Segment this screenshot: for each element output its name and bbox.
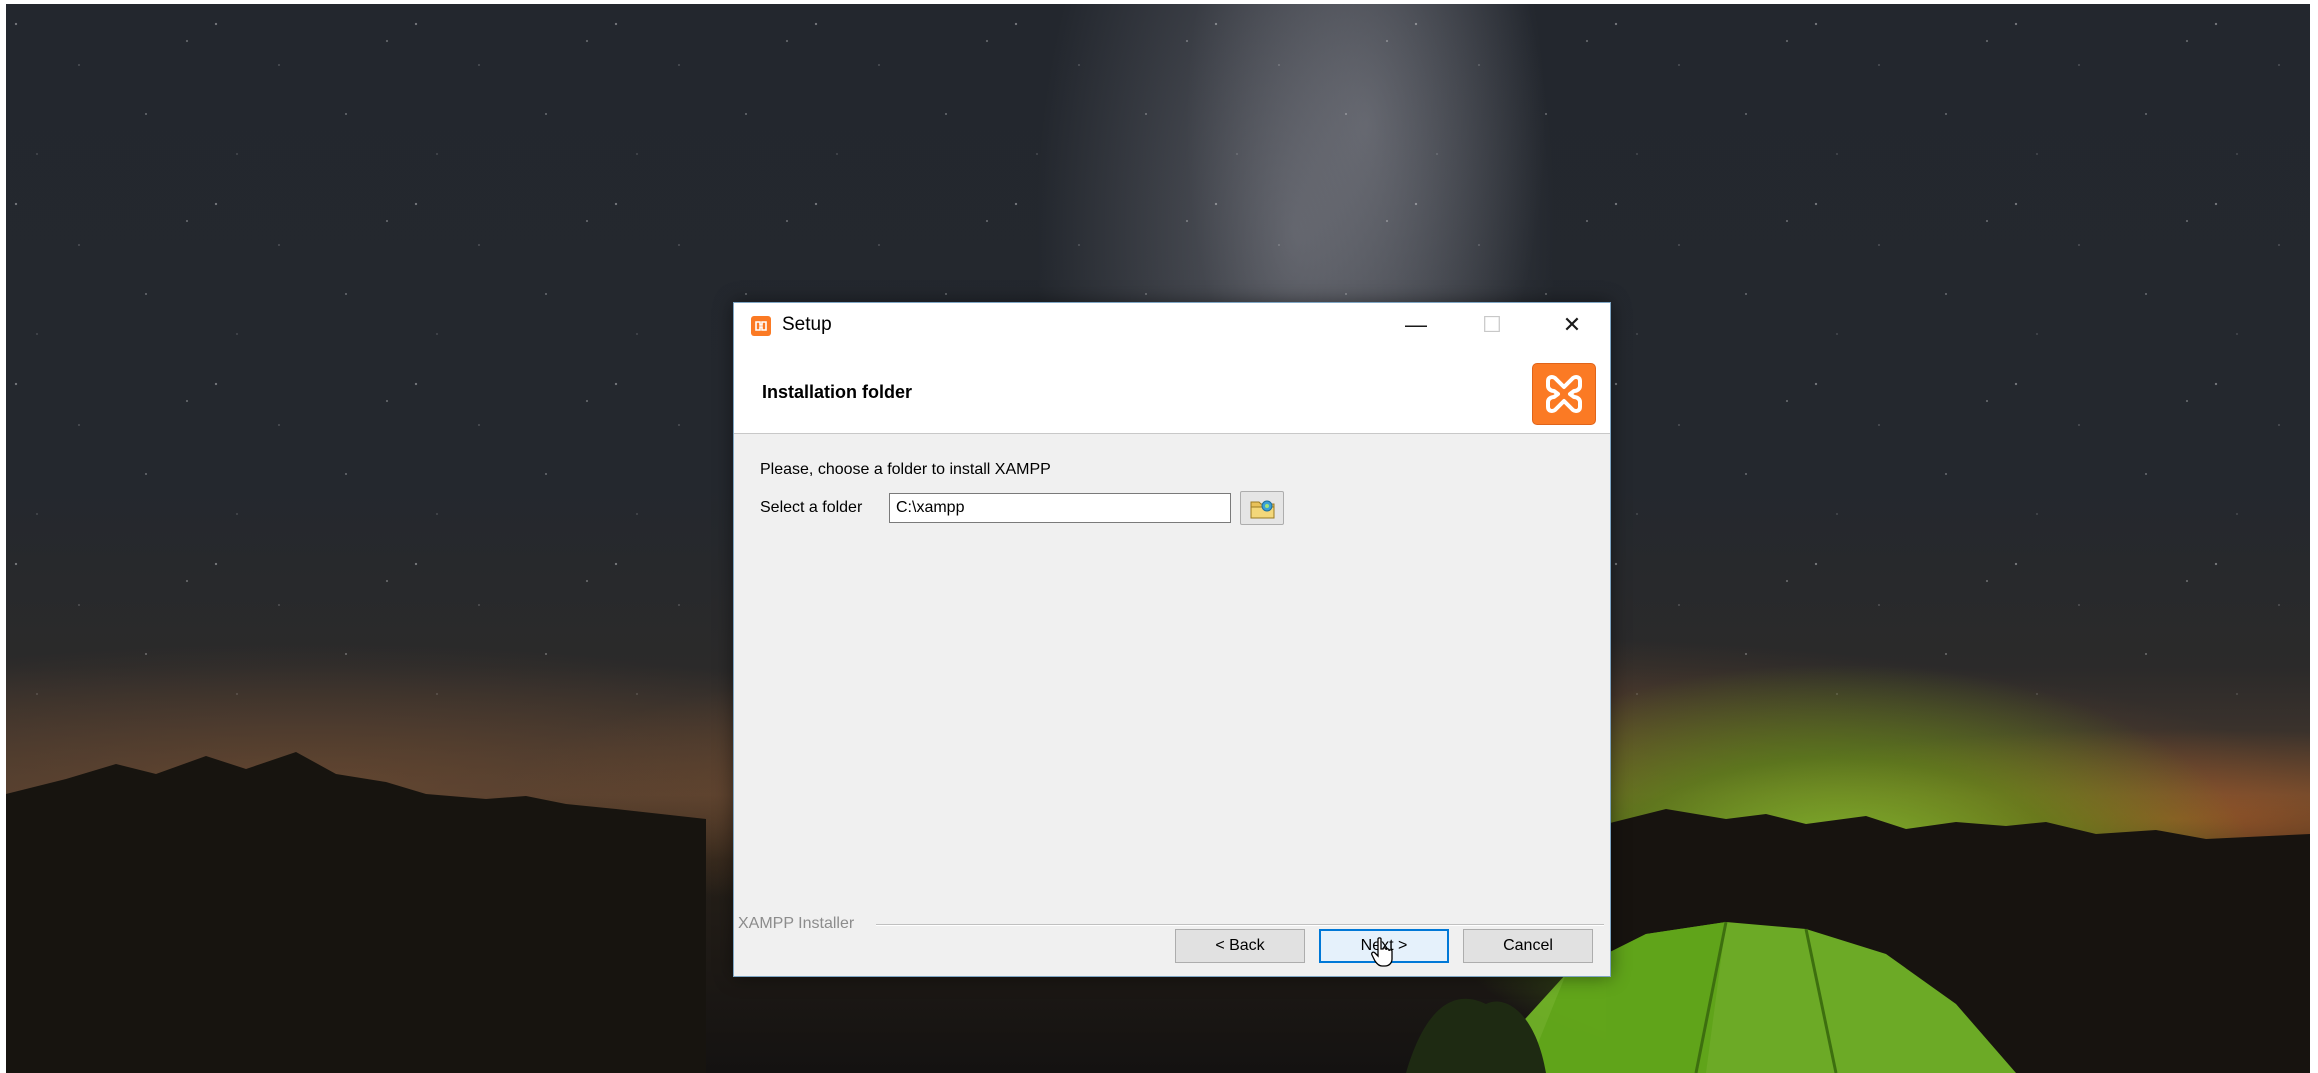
title-bar[interactable]: Setup — ☐ ✕ [734, 303, 1610, 347]
wizard-header: Installation folder [734, 347, 1610, 434]
back-button[interactable]: < Back [1175, 929, 1305, 963]
close-button[interactable]: ✕ [1534, 303, 1610, 347]
browse-folder-button[interactable] [1240, 491, 1284, 525]
footer-divider [876, 924, 1604, 926]
minimize-button[interactable]: — [1378, 303, 1454, 347]
folder-label: Select a folder [760, 499, 863, 516]
installer-group: XAMPP Installer [734, 915, 1610, 932]
hand-cursor-icon [1371, 937, 1393, 967]
setup-dialog: Setup — ☐ ✕ Installation folder Please, … [733, 302, 1611, 977]
folder-browse-icon [1250, 500, 1275, 519]
xampp-logo-icon [1532, 363, 1596, 425]
folder-path-input[interactable] [889, 493, 1231, 523]
window-title: Setup [782, 314, 832, 335]
installer-label: XAMPP Installer [738, 915, 855, 932]
xampp-app-icon [751, 316, 771, 336]
instruction-text: Please, choose a folder to install XAMPP [760, 461, 1051, 478]
maximize-button[interactable]: ☐ [1454, 303, 1530, 347]
cancel-button[interactable]: Cancel [1463, 929, 1593, 963]
page-title: Installation folder [762, 382, 913, 402]
